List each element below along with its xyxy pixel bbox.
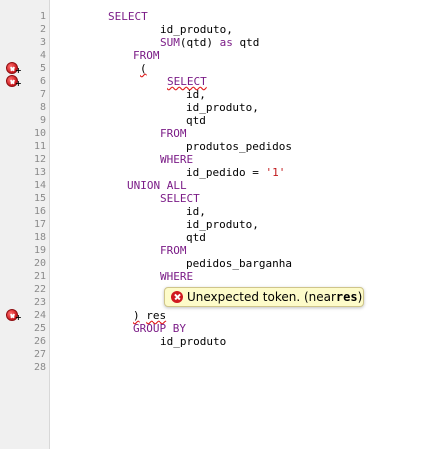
error-tooltip: Unexpected token. (near res): [164, 287, 364, 307]
code-token: ): [133, 309, 140, 322]
code-token: qtd: [186, 231, 206, 244]
line-number: 3: [39, 37, 46, 48]
code-line[interactable]: ) res: [133, 309, 166, 322]
code-line[interactable]: id,: [186, 88, 206, 101]
code-line[interactable]: FROM: [160, 244, 187, 257]
error-marker-icon[interactable]: +: [6, 62, 22, 75]
code-line[interactable]: qtd: [186, 114, 206, 127]
code-token: res: [146, 309, 167, 322]
error-marker-icon[interactable]: +: [6, 309, 22, 322]
sql-keyword: SELECT: [108, 10, 148, 23]
error-message: Unexpected token. (near: [187, 290, 336, 304]
line-number: 1: [39, 11, 46, 22]
sql-keyword: WHERE: [160, 270, 194, 283]
sql-keyword: WHERE: [160, 153, 194, 166]
line-number: 11: [33, 141, 46, 152]
code-line[interactable]: SUM(qtd) as qtd: [160, 36, 259, 49]
code-token: qtd: [186, 114, 206, 127]
line-number: 12: [33, 154, 46, 165]
code-token: (qtd): [179, 36, 220, 49]
code-line[interactable]: id_produto,: [186, 218, 259, 231]
line-number: 21: [33, 271, 46, 282]
line-number: 27: [33, 349, 46, 360]
line-number: 4: [39, 50, 46, 61]
code-line[interactable]: UNION ALL: [127, 179, 187, 192]
code-token: id_pedido =: [186, 166, 266, 179]
line-number: 8: [39, 102, 46, 113]
code-token: id,: [186, 88, 206, 101]
sql-keyword: as: [219, 36, 233, 49]
code-line[interactable]: WHERE: [160, 153, 193, 166]
line-number: 10: [33, 128, 46, 139]
line-number: 9: [39, 115, 46, 126]
code-token: id_produto,: [186, 218, 259, 231]
expand-plus-icon: +: [15, 79, 22, 88]
code-token: id_produto,: [186, 101, 259, 114]
sql-keyword: FROM: [133, 49, 160, 62]
line-number: 16: [33, 206, 46, 217]
line-number: 15: [33, 193, 46, 204]
error-icon: [171, 291, 183, 303]
sql-editor[interactable]: 1 2 3 4 5 6 7 8 9 10 11 12 13 14 15 16 17 18 19 20 21 22 23 24 2…: [0, 0, 425, 449]
error-message-suffix: ): [357, 290, 363, 304]
code-line[interactable]: id_produto: [160, 335, 226, 348]
code-line[interactable]: GROUP BY: [133, 322, 186, 335]
line-number: 28: [33, 362, 46, 373]
code-token: produtos_pedidos: [186, 140, 292, 153]
code-token: id_produto,: [160, 23, 233, 36]
code-line[interactable]: produtos_pedidos: [186, 140, 292, 153]
error-marker-icon[interactable]: +: [6, 75, 22, 88]
expand-plus-icon: +: [15, 313, 22, 322]
expand-plus-icon: +: [15, 66, 22, 75]
code-token: id_produto: [160, 335, 227, 348]
code-line[interactable]: SELECT: [160, 192, 200, 205]
code-line[interactable]: id_produto,: [186, 101, 259, 114]
code-line[interactable]: qtd: [186, 231, 206, 244]
line-number: 17: [33, 219, 46, 230]
code-line[interactable]: (: [140, 62, 147, 75]
line-number: 14: [33, 180, 46, 191]
code-token: id,: [186, 205, 206, 218]
code-token: pedidos_barganha: [186, 257, 292, 270]
code-line[interactable]: SELECT: [167, 75, 207, 88]
code-token: (: [140, 62, 147, 75]
code-line[interactable]: pedidos_barganha: [186, 257, 292, 270]
code-line[interactable]: id_pedido = '1': [186, 166, 285, 179]
line-number: 22: [33, 284, 46, 295]
line-number-gutter: 1 2 3 4 5 6 7 8 9 10 11 12 13 14 15 16 17 18 19 20 21 22 23 24 2…: [0, 0, 50, 449]
sql-keyword: SELECT: [167, 75, 207, 88]
line-number: 26: [33, 336, 46, 347]
line-number: 25: [33, 323, 46, 334]
string-literal: '1': [265, 166, 286, 179]
line-number: 2: [39, 24, 46, 35]
sql-keyword: UNION ALL: [127, 179, 187, 192]
line-number: 20: [33, 258, 46, 269]
sql-keyword: SELECT: [160, 192, 200, 205]
sql-keyword: FROM: [160, 127, 187, 140]
error-token: res: [335, 290, 358, 304]
code-line[interactable]: FROM: [133, 49, 160, 62]
sql-keyword: SUM: [160, 36, 180, 49]
code-line[interactable]: id_produto,: [160, 23, 233, 36]
code-line[interactable]: FROM: [160, 127, 187, 140]
line-number: 23: [33, 297, 46, 308]
code-line[interactable]: id,: [186, 205, 206, 218]
line-number: 18: [33, 232, 46, 243]
line-number: 19: [33, 245, 46, 256]
code-line[interactable]: SELECT: [108, 10, 148, 23]
line-number: 13: [33, 167, 46, 178]
code-token: qtd: [232, 36, 260, 49]
code-line[interactable]: WHERE: [160, 270, 193, 283]
sql-keyword: GROUP BY: [133, 322, 186, 335]
sql-keyword: FROM: [160, 244, 187, 257]
line-number: 7: [39, 89, 46, 100]
